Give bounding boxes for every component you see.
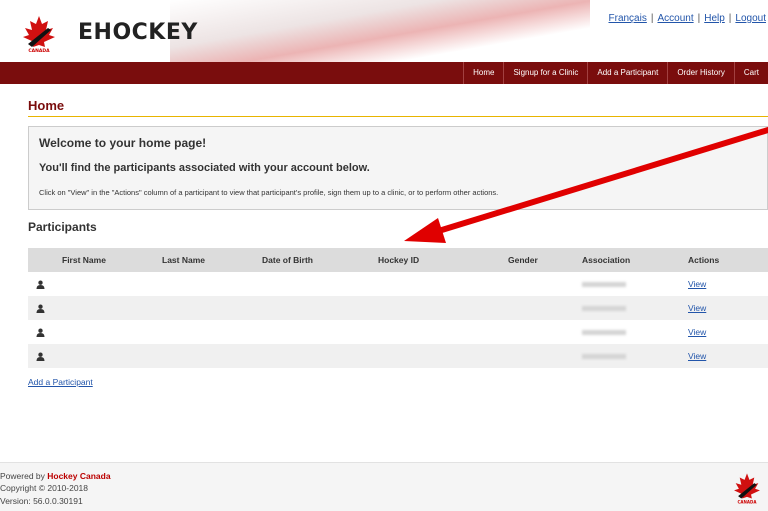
table-row: View	[28, 344, 768, 368]
hockey-id-cell	[378, 320, 508, 344]
copyright-text: Copyright © 2010-2018	[0, 483, 89, 493]
col-last-name[interactable]: Last Name	[162, 248, 262, 272]
add-participant-link[interactable]: Add a Participant	[28, 377, 93, 387]
actions-cell: View	[688, 272, 768, 296]
last-name-cell	[162, 296, 262, 320]
redacted-association	[582, 282, 626, 288]
gender-cell	[508, 296, 582, 320]
date-of-birth-cell	[262, 320, 378, 344]
gender-cell	[508, 272, 582, 296]
nav-add-participant[interactable]: Add a Participant	[587, 62, 667, 84]
nav-signup-clinic[interactable]: Signup for a Clinic	[503, 62, 587, 84]
hockey-canada-footer-logo-icon: CANADA	[734, 473, 760, 504]
welcome-panel: Welcome to your home page! You'll find t…	[28, 126, 768, 210]
col-actions: Actions	[688, 248, 768, 272]
first-name-cell	[62, 272, 162, 296]
page-title: Home	[28, 98, 65, 113]
first-name-cell	[62, 320, 162, 344]
view-link[interactable]: View	[688, 279, 706, 289]
svg-text:CANADA: CANADA	[737, 499, 757, 504]
association-cell	[582, 344, 688, 368]
redacted-association	[582, 330, 626, 336]
help-link[interactable]: Help	[704, 13, 725, 24]
gender-cell	[508, 344, 582, 368]
col-hockey-id[interactable]: Hockey ID	[378, 248, 508, 272]
view-link[interactable]: View	[688, 303, 706, 313]
main-nav-bar: Home Signup for a Clinic Add a Participa…	[0, 62, 768, 84]
person-icon	[36, 352, 45, 362]
account-link[interactable]: Account	[657, 13, 693, 24]
first-name-cell	[62, 344, 162, 368]
top-links: Français | Account | Help | Logout	[608, 13, 767, 24]
table-row: View	[28, 320, 768, 344]
person-icon	[36, 280, 45, 290]
svg-text:CANADA: CANADA	[28, 48, 50, 54]
hockey-canada-logo-icon[interactable]: CANADA	[18, 14, 60, 54]
last-name-cell	[162, 272, 262, 296]
view-link[interactable]: View	[688, 351, 706, 361]
participants-table: First Name Last Name Date of Birth Hocke…	[28, 248, 768, 368]
first-name-cell	[62, 296, 162, 320]
nav-cart[interactable]: Cart	[733, 62, 768, 84]
gender-cell	[508, 320, 582, 344]
actions-cell: View	[688, 296, 768, 320]
ehockey-logo-text: EHOCKEY	[78, 20, 198, 45]
powered-by-prefix: Powered by	[0, 471, 48, 481]
welcome-subheading: You'll find the participants associated …	[39, 162, 370, 174]
table-row: View	[28, 296, 768, 320]
person-icon	[36, 328, 45, 338]
col-date-of-birth[interactable]: Date of Birth	[262, 248, 378, 272]
association-cell	[582, 320, 688, 344]
last-name-cell	[162, 344, 262, 368]
col-icon-header	[28, 248, 62, 272]
footer: Powered by Hockey Canada Copyright © 201…	[0, 462, 768, 511]
col-gender[interactable]: Gender	[508, 248, 582, 272]
logout-link[interactable]: Logout	[735, 13, 766, 24]
francais-link[interactable]: Français	[609, 13, 647, 24]
title-divider	[28, 116, 768, 117]
col-association[interactable]: Association	[582, 248, 688, 272]
person-icon	[36, 304, 45, 314]
redacted-association	[582, 354, 626, 360]
nav-order-history[interactable]: Order History	[667, 62, 734, 84]
actions-cell: View	[688, 320, 768, 344]
actions-cell: View	[688, 344, 768, 368]
hockey-id-cell	[378, 272, 508, 296]
table-row: View	[28, 272, 768, 296]
nav-home[interactable]: Home	[463, 62, 503, 84]
hockey-id-cell	[378, 296, 508, 320]
version-text: Version: 56.0.0.30191	[0, 496, 83, 506]
view-link[interactable]: View	[688, 327, 706, 337]
welcome-heading: Welcome to your home page!	[39, 136, 207, 150]
table-header-row: First Name Last Name Date of Birth Hocke…	[28, 248, 768, 272]
col-first-name[interactable]: First Name	[62, 248, 162, 272]
date-of-birth-cell	[262, 272, 378, 296]
association-cell	[582, 296, 688, 320]
date-of-birth-cell	[262, 344, 378, 368]
header: CANADA EHOCKEY Français | Account | Help | Log…	[0, 0, 768, 62]
welcome-text: Click on "View" in the "Actions" column …	[39, 188, 499, 197]
header-swoosh-graphic	[170, 0, 590, 62]
association-cell	[582, 272, 688, 296]
last-name-cell	[162, 320, 262, 344]
main-nav: Home Signup for a Clinic Add a Participa…	[463, 62, 768, 84]
powered-by: Powered by Hockey Canada	[0, 471, 111, 481]
hockey-canada-brand[interactable]: Hockey Canada	[47, 471, 110, 481]
hockey-id-cell	[378, 344, 508, 368]
participants-title: Participants	[28, 220, 97, 234]
redacted-association	[582, 306, 626, 312]
date-of-birth-cell	[262, 296, 378, 320]
